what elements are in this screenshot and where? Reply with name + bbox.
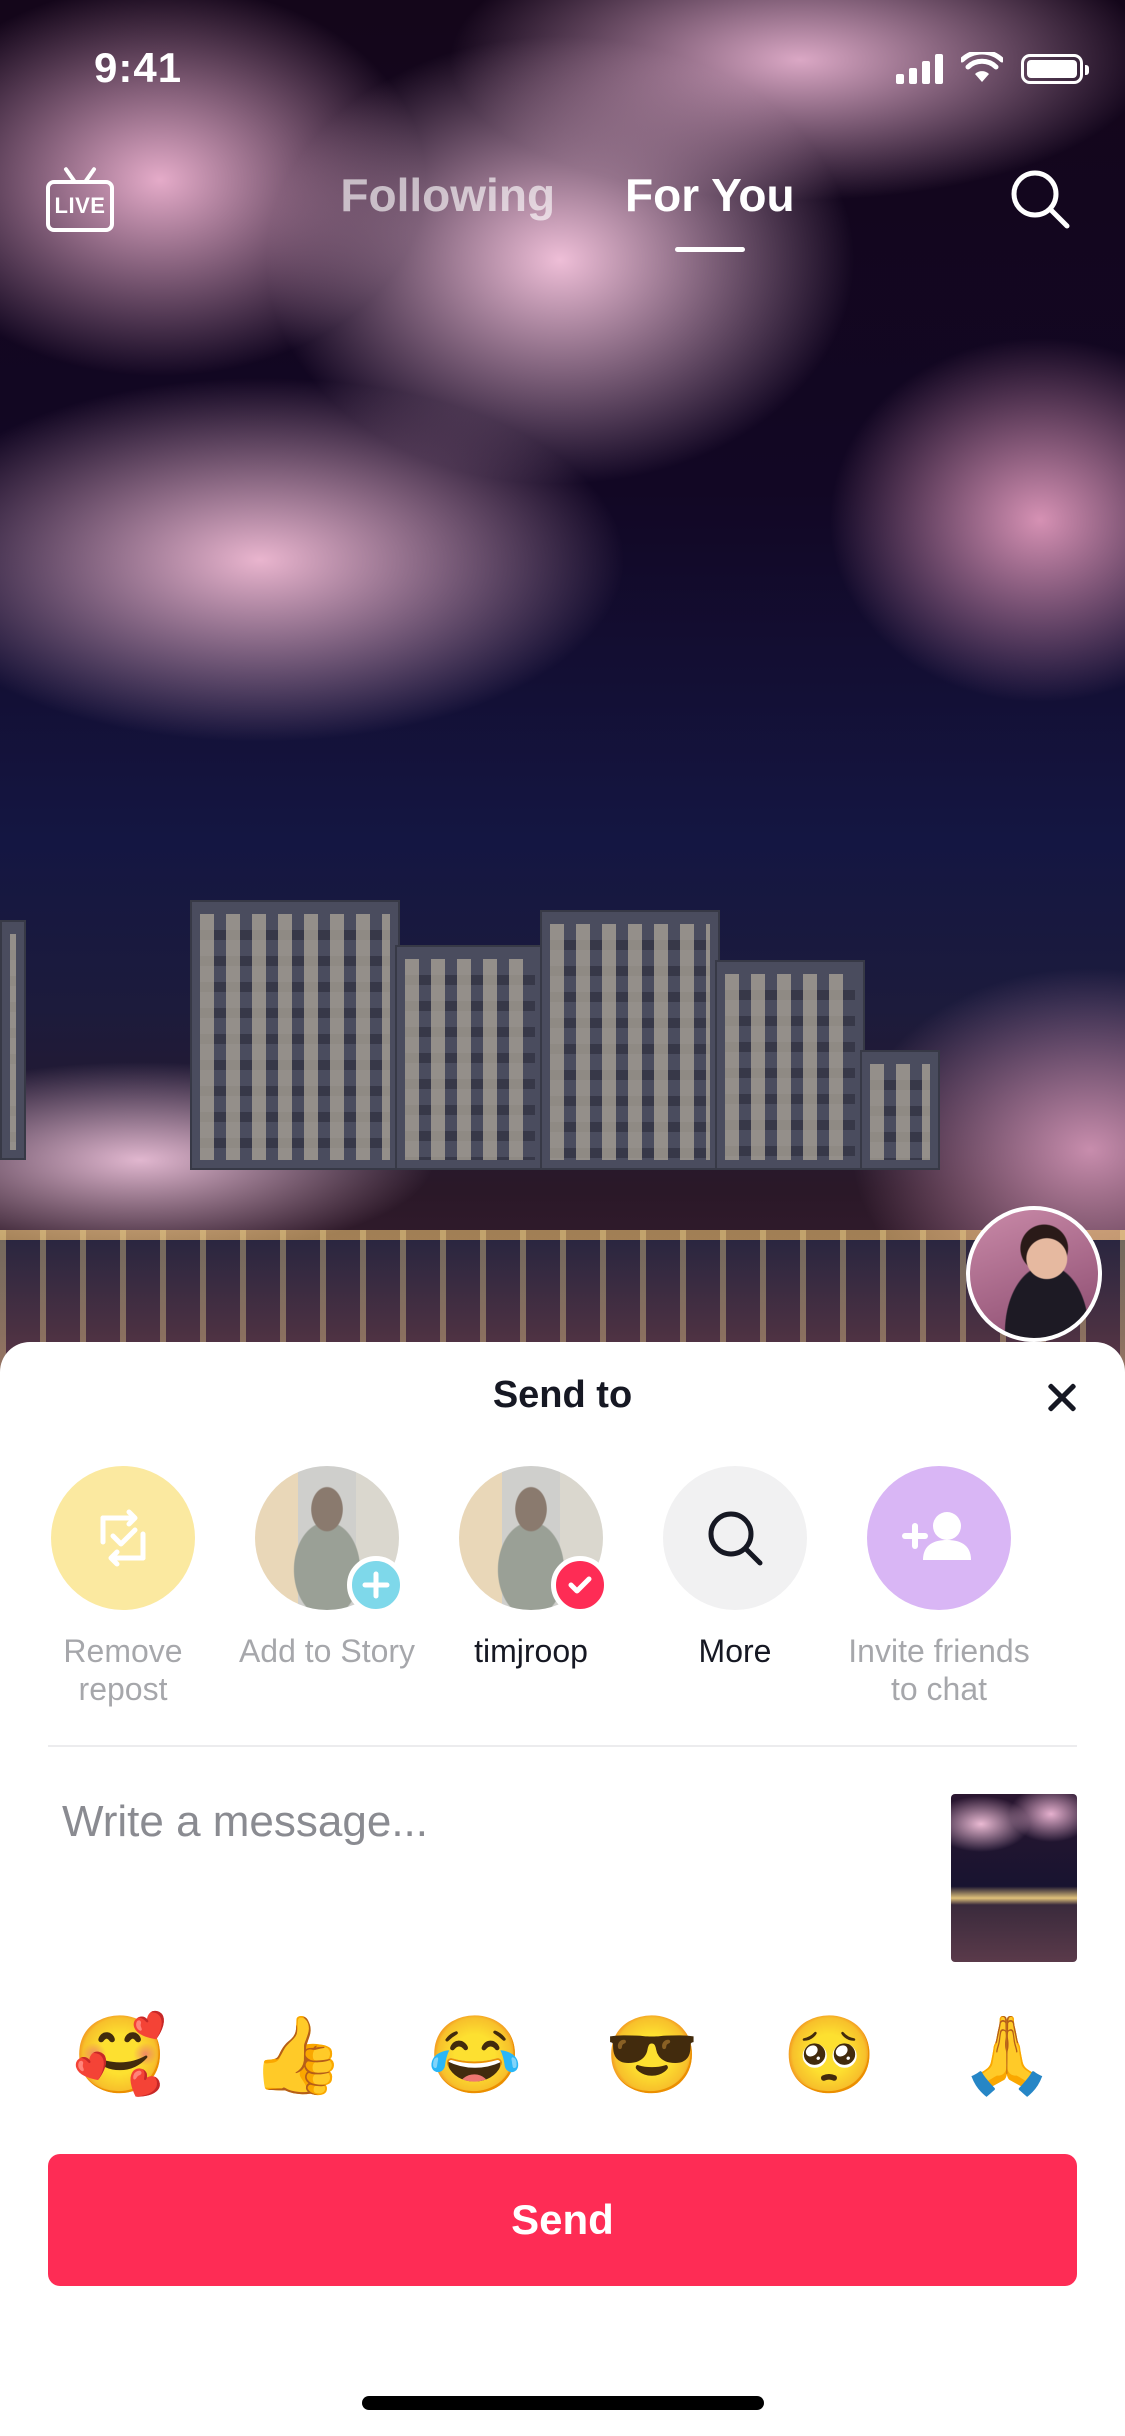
building	[860, 1050, 940, 1170]
building	[540, 910, 720, 1170]
tab-following[interactable]: Following	[340, 168, 555, 222]
emoji-smiling-hearts[interactable]: 🥰	[70, 2006, 170, 2106]
repost-icon	[100, 1509, 146, 1567]
emoji-folded-hands[interactable]: 🙏	[957, 2006, 1057, 2106]
remove-repost-button[interactable]	[51, 1466, 195, 1610]
status-time: 9:41	[94, 44, 183, 91]
emoji-thumbs-up[interactable]: 👍	[247, 2006, 347, 2106]
building	[715, 960, 865, 1170]
add-person-icon	[902, 1512, 971, 1560]
status-bar: 9:41	[0, 0, 1125, 140]
building	[395, 945, 545, 1170]
share-label-add-to-story: Add to Story	[238, 1633, 416, 1669]
share-target-more[interactable]: More	[630, 1466, 840, 1670]
share-label-more: More	[698, 1633, 772, 1669]
building	[0, 920, 26, 1160]
close-button[interactable]	[1037, 1372, 1087, 1422]
timjroop-avatar[interactable]	[459, 1466, 609, 1614]
building	[190, 900, 400, 1170]
battery-icon	[1021, 54, 1089, 84]
divider	[48, 1745, 1077, 1747]
top-nav: LIVE Following For You	[0, 150, 1125, 260]
plus-icon	[347, 1556, 405, 1614]
emoji-pleading[interactable]: 🥺	[780, 2006, 880, 2106]
cellular-signal-icon	[896, 54, 943, 84]
share-label-invite-friends: Invite friends to chat	[848, 1633, 1030, 1707]
share-target-remove-repost[interactable]: Remove repost	[18, 1466, 228, 1708]
emoji-tears-of-joy[interactable]: 😂	[425, 2006, 525, 2106]
share-target-invite-friends[interactable]: Invite friends to chat	[834, 1466, 1044, 1708]
sheet-title: Send to	[492, 1374, 633, 1416]
tab-for-you[interactable]: For You	[625, 168, 795, 252]
video-thumbnail	[951, 1794, 1077, 1962]
share-target-timjroop[interactable]: timjroop	[426, 1466, 636, 1670]
search-icon[interactable]	[1007, 166, 1073, 232]
more-button[interactable]	[663, 1466, 807, 1610]
wifi-icon	[961, 52, 1003, 82]
send-to-sheet: Send to Remove repost Add to Story timjr…	[0, 1342, 1125, 2436]
share-label-timjroop: timjroop	[474, 1633, 588, 1669]
share-target-add-to-story[interactable]: Add to Story	[222, 1466, 432, 1670]
share-label-remove-repost: Remove repost	[63, 1633, 183, 1707]
message-input[interactable]	[62, 1782, 902, 1862]
search-icon	[708, 1511, 763, 1566]
creator-avatar[interactable]	[966, 1206, 1102, 1342]
share-targets: Remove repost Add to Story timjroop More…	[0, 1466, 1125, 1726]
emoji-row: 🥰 👍 😂 😎 🥺 🙏	[40, 2006, 1085, 2106]
status-icons	[896, 52, 1089, 84]
check-icon	[551, 1556, 609, 1614]
emoji-sunglasses[interactable]: 😎	[602, 2006, 702, 2106]
invite-friends-button[interactable]	[867, 1466, 1011, 1610]
home-indicator	[362, 2396, 764, 2410]
feed-tabs: Following For You	[0, 168, 1125, 252]
send-button[interactable]: Send	[48, 2154, 1077, 2286]
add-to-story-avatar[interactable]	[255, 1466, 405, 1614]
